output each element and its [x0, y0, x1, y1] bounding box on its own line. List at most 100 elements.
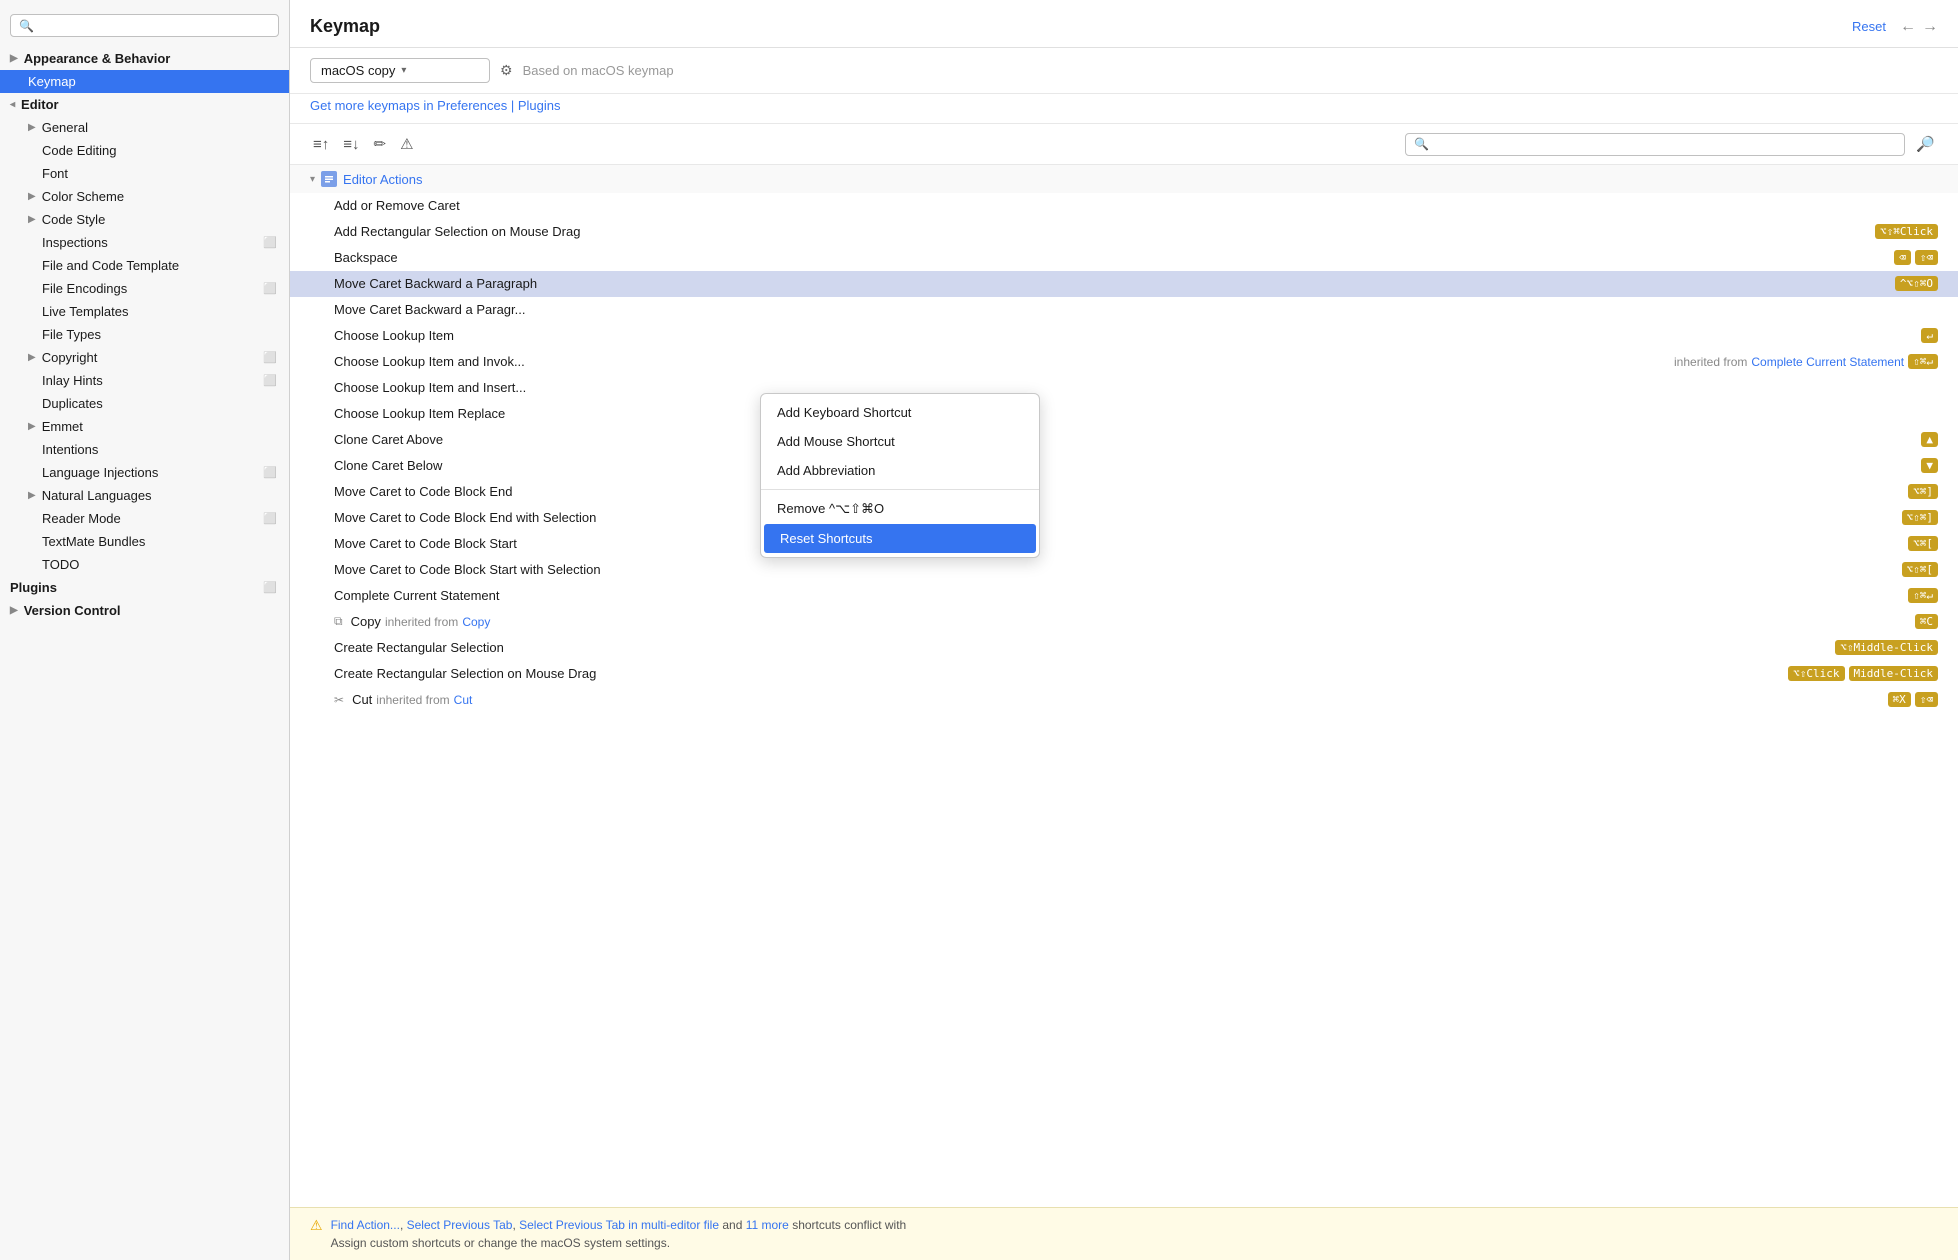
action-name: Move Caret to Code Block End — [334, 484, 1908, 499]
keymap-link-row: Get more keymaps in Preferences | Plugin… — [290, 94, 1958, 124]
shortcut-badge: ⌘C — [1915, 614, 1938, 629]
sidebar-item-code-editing[interactable]: Code Editing — [0, 139, 289, 162]
select-previous-tab-multi-link[interactable]: Select Previous Tab in multi-editor file — [519, 1218, 719, 1232]
table-row[interactable]: Add Rectangular Selection on Mouse Drag … — [290, 219, 1958, 245]
context-menu-reset-shortcuts[interactable]: Reset Shortcuts — [764, 524, 1036, 553]
sidebar-item-appearance-behavior[interactable]: ▶ Appearance & Behavior — [0, 47, 289, 70]
actions-search-input[interactable] — [1429, 137, 1896, 152]
find-action-link[interactable]: Find Action... — [331, 1218, 400, 1232]
shortcut-badge: ⌥⌘[ — [1908, 536, 1938, 551]
sidebar-item-version-control[interactable]: ▶ Version Control — [0, 599, 289, 622]
sidebar-item-file-encodings[interactable]: File Encodings ⬜ — [0, 277, 289, 300]
settings-icon: ⬜ — [263, 374, 277, 387]
sidebar-item-file-types[interactable]: File Types — [0, 323, 289, 346]
shortcut-badge: ⌥⇧⌘Click — [1875, 224, 1938, 239]
context-menu-add-keyboard-shortcut[interactable]: Add Keyboard Shortcut — [761, 398, 1039, 427]
expand-all-icon[interactable]: ≡↑ — [310, 133, 332, 156]
get-more-keymaps-link[interactable]: Get more keymaps in Preferences | Plugin… — [310, 98, 561, 113]
sidebar-item-duplicates[interactable]: Duplicates — [0, 392, 289, 415]
table-row[interactable]: Clone Caret Below ▼ — [290, 453, 1958, 479]
context-menu: Add Keyboard Shortcut Add Mouse Shortcut… — [760, 393, 1040, 558]
settings-icon: ⬜ — [263, 512, 277, 525]
shortcut-badge: ⌥⇧Click — [1788, 666, 1844, 681]
sidebar-item-reader-mode[interactable]: Reader Mode ⬜ — [0, 507, 289, 530]
sidebar-item-intentions[interactable]: Intentions — [0, 438, 289, 461]
context-menu-remove[interactable]: Remove ^⌥⇧⌘O — [761, 494, 1039, 524]
sidebar-item-file-code-templates[interactable]: File and Code Template — [0, 254, 289, 277]
main-header: Keymap Reset ← → — [290, 0, 1958, 48]
action-name: Complete Current Statement — [334, 588, 1908, 603]
reset-button[interactable]: Reset — [1852, 19, 1886, 34]
action-shortcut: ⌥⇧Click Middle-Click — [1788, 666, 1938, 681]
edit-icon[interactable]: ✏ — [371, 132, 390, 156]
chevron-right-icon: ▶ — [28, 214, 36, 225]
table-row[interactable]: Choose Lookup Item ↵ — [290, 323, 1958, 349]
table-row[interactable]: Clone Caret Above ▲ — [290, 427, 1958, 453]
warning-text: Find Action..., Select Previous Tab, Sel… — [331, 1216, 1938, 1252]
table-row[interactable]: Move Caret to Code Block Start with Sele… — [290, 557, 1958, 583]
table-row[interactable]: Backspace ⌫ ⇧⌫ — [290, 245, 1958, 271]
collapse-all-icon[interactable]: ≡↓ — [340, 133, 362, 156]
sidebar-search-input[interactable] — [40, 18, 270, 33]
table-row[interactable]: Move Caret Backward a Paragraph ^⌥⇧⌘O — [290, 271, 1958, 297]
select-previous-tab-link[interactable]: Select Previous Tab — [407, 1218, 513, 1232]
find-action-icon[interactable]: 🔎 — [1913, 132, 1938, 156]
table-row[interactable]: Choose Lookup Item Replace — [290, 401, 1958, 427]
context-menu-add-abbreviation[interactable]: Add Abbreviation — [761, 456, 1039, 485]
sidebar-item-live-templates[interactable]: Live Templates — [0, 300, 289, 323]
more-conflicts-link[interactable]: 11 more — [746, 1218, 789, 1232]
action-shortcut: ⌥⌘] — [1908, 484, 1938, 499]
main-container: 🔍 ▶ Appearance & Behavior Keymap ▾ Edito… — [0, 0, 1958, 1260]
sidebar-item-general[interactable]: ▶ General — [0, 116, 289, 139]
table-row[interactable]: Create Rectangular Selection on Mouse Dr… — [290, 661, 1958, 687]
sidebar-item-todo[interactable]: TODO — [0, 553, 289, 576]
cut-inherit-link[interactable]: Cut — [454, 693, 473, 707]
table-row[interactable]: Move Caret Backward a Paragr... — [290, 297, 1958, 323]
table-row[interactable]: Move Caret to Code Block End with Select… — [290, 505, 1958, 531]
shortcut-badge: ⇧⌘↵ — [1908, 588, 1938, 603]
sidebar-item-emmet[interactable]: ▶ Emmet — [0, 415, 289, 438]
page-title: Keymap — [310, 16, 380, 37]
table-row[interactable]: Move Caret to Code Block End ⌥⌘] — [290, 479, 1958, 505]
back-arrow-icon[interactable]: ← — [1900, 18, 1916, 36]
sidebar-item-color-scheme[interactable]: ▶ Color Scheme — [0, 185, 289, 208]
table-row[interactable]: Choose Lookup Item and Invok... inherite… — [290, 349, 1958, 375]
table-row[interactable]: Complete Current Statement ⇧⌘↵ — [290, 583, 1958, 609]
table-row[interactable]: Move Caret to Code Block Start ⌥⌘[ — [290, 531, 1958, 557]
table-row[interactable]: ⧉ Copy inherited from Copy ⌘C — [290, 609, 1958, 635]
sidebar-item-inspections[interactable]: Inspections ⬜ — [0, 231, 289, 254]
action-name: ✂ Cut inherited from Cut — [334, 692, 1888, 707]
context-menu-add-mouse-shortcut[interactable]: Add Mouse Shortcut — [761, 427, 1039, 456]
forward-arrow-icon[interactable]: → — [1922, 18, 1938, 36]
editor-actions-group[interactable]: ▾ Editor Actions — [290, 165, 1958, 193]
sidebar-item-inlay-hints[interactable]: Inlay Hints ⬜ — [0, 369, 289, 392]
sidebar-item-copyright[interactable]: ▶ Copyright ⬜ — [0, 346, 289, 369]
inherit-label: inherited from — [1674, 355, 1747, 369]
sidebar-item-editor[interactable]: ▾ Editor — [0, 93, 289, 116]
inherit-source-link[interactable]: Complete Current Statement — [1751, 355, 1904, 369]
sidebar-item-language-injections[interactable]: Language Injections ⬜ — [0, 461, 289, 484]
action-shortcut: ⌘X ⇧⌫ — [1888, 692, 1939, 707]
sidebar-item-natural-languages[interactable]: ▶ Natural Languages — [0, 484, 289, 507]
sidebar: 🔍 ▶ Appearance & Behavior Keymap ▾ Edito… — [0, 0, 290, 1260]
table-row[interactable]: ✂ Cut inherited from Cut ⌘X ⇧⌫ — [290, 687, 1958, 713]
sidebar-item-keymap[interactable]: Keymap — [0, 70, 289, 93]
action-shortcut: inherited from Complete Current Statemen… — [1674, 354, 1938, 369]
sidebar-item-font[interactable]: Font — [0, 162, 289, 185]
table-row[interactable]: Create Rectangular Selection ⌥⇧Middle-Cl… — [290, 635, 1958, 661]
copy-icon: ⧉ — [334, 614, 343, 629]
action-shortcut: ^⌥⇧⌘O — [1895, 276, 1938, 291]
copy-inherit-link[interactable]: Copy — [462, 615, 490, 629]
table-row[interactable]: Choose Lookup Item and Insert... — [290, 375, 1958, 401]
warning-filter-icon[interactable]: ⚠ — [397, 132, 416, 156]
sidebar-item-plugins[interactable]: Plugins ⬜ — [0, 576, 289, 599]
keymap-profile-select[interactable]: macOS copy ▾ — [310, 58, 490, 83]
gear-icon[interactable]: ⚙ — [500, 62, 513, 79]
actions-search-container[interactable]: 🔍 — [1405, 133, 1905, 156]
action-name: Move Caret to Code Block End with Select… — [334, 510, 1902, 525]
sidebar-search-container[interactable]: 🔍 — [10, 14, 279, 37]
action-name: Move Caret to Code Block Start — [334, 536, 1908, 551]
table-row[interactable]: Add or Remove Caret — [290, 193, 1958, 219]
sidebar-item-code-style[interactable]: ▶ Code Style — [0, 208, 289, 231]
sidebar-item-textmate-bundles[interactable]: TextMate Bundles — [0, 530, 289, 553]
